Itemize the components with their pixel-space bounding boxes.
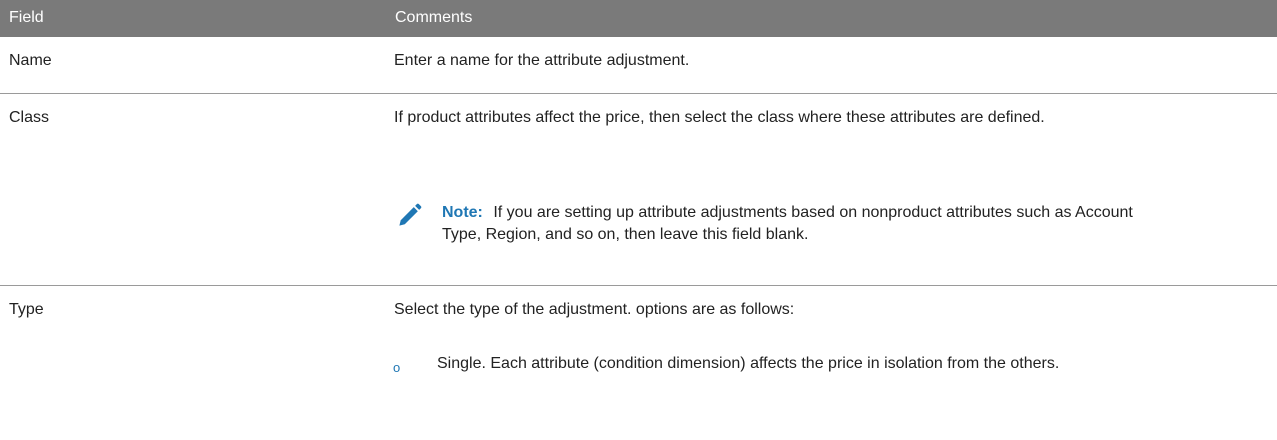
table-row: Name Enter a name for the attribute adju… <box>0 37 1277 94</box>
header-comments: Comments <box>395 9 473 26</box>
pencil-icon <box>399 203 422 226</box>
field-name-comment: Enter a name for the attribute adjustmen… <box>394 52 690 69</box>
header-field: Field <box>9 9 44 26</box>
field-class-label: Class <box>9 109 50 126</box>
field-class-comment: If product attributes affect the price, … <box>394 109 1045 126</box>
field-comments-table: Field Comments Name Enter a name for the… <box>0 0 1277 440</box>
option-text: Single. Each attribute (condition dimens… <box>437 355 1060 372</box>
note-text: If you are setting up attribute adjustme… <box>442 204 1133 243</box>
note-label: Note: <box>442 204 483 221</box>
field-type-comment: Select the type of the adjustment. optio… <box>394 301 795 318</box>
field-type-label: Type <box>9 301 44 318</box>
table-header: Field Comments <box>0 0 1277 37</box>
list-item: o Single. Each attribute (condition dime… <box>393 353 1155 375</box>
bullet-marker: o <box>393 360 401 375</box>
table-row: Type Select the type of the adjustment. … <box>0 286 1277 440</box>
table-row: Class If product attributes affect the p… <box>0 94 1277 286</box>
field-name-label: Name <box>9 52 52 69</box>
